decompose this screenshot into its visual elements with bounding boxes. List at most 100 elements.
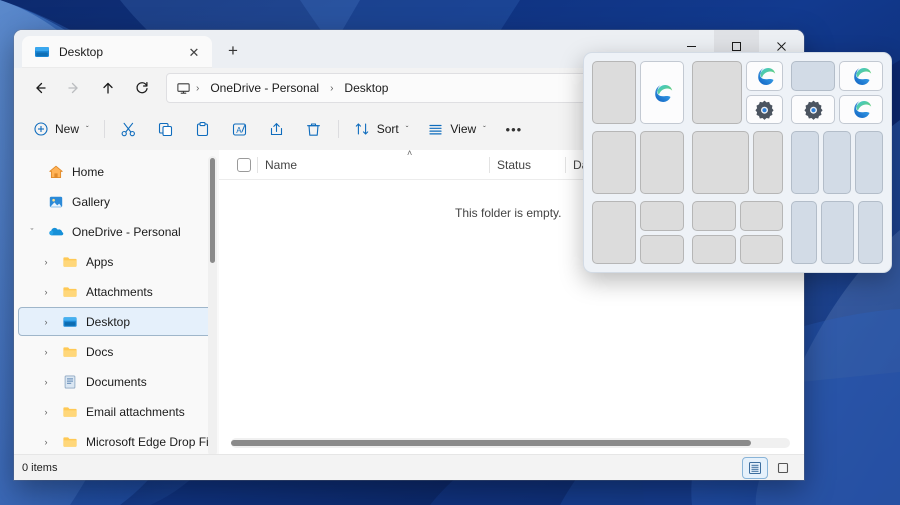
snap-layout-large-left-two-stacked-right[interactable] [692,61,784,124]
breadcrumb-item-onedrive[interactable]: OneDrive - Personal [204,79,325,97]
sidebar-item-desktop[interactable]: ›Desktop [18,307,213,336]
scrollbar-thumb[interactable] [210,158,215,263]
rename-button[interactable]: A [222,114,258,144]
snap-zone[interactable] [791,131,819,194]
sidebar-item-apps[interactable]: ›Apps [18,247,213,276]
snap-column [791,131,819,194]
view-button[interactable]: View ˇ [418,114,494,144]
sort-button[interactable]: Sort ˇ [345,114,418,144]
sidebar-item-docs[interactable]: ›Docs [18,337,213,366]
chevron-down-icon: ˇ [483,125,486,134]
up-button[interactable] [92,73,124,103]
copy-button[interactable] [148,114,184,144]
this-pc-monitor-icon[interactable] [175,80,191,96]
snap-zone[interactable] [692,131,749,194]
snap-zone-edge-icon[interactable] [640,61,684,124]
select-all-checkbox[interactable] [231,150,257,180]
sidebar-item-gallery[interactable]: Gallery [18,187,213,216]
close-icon[interactable]: ✕ [182,40,206,64]
snap-column [592,201,636,264]
tab-desktop[interactable]: Desktop ✕ [22,36,212,68]
chevron-down-icon: ˇ [86,125,89,134]
new-tab-button[interactable]: + [218,36,248,66]
see-more-button[interactable]: ••• [496,114,532,144]
column-header-name[interactable]: Name ˄ [257,150,489,180]
column-header-status[interactable]: Status [489,150,565,180]
snap-layout-two-equal-halves-with-edge[interactable] [592,61,684,124]
chevron-down-icon: ˇ [406,125,409,134]
status-bar: 0 items [14,454,804,480]
delete-button[interactable] [296,114,332,144]
forward-button[interactable] [58,73,90,103]
checkbox-icon[interactable] [237,158,251,172]
snap-zone[interactable] [592,201,636,264]
snap-layout-three-equal-columns[interactable] [791,131,883,194]
snap-zone[interactable] [692,61,742,124]
desktop-folder-icon [34,44,50,60]
snap-zone[interactable] [692,235,736,265]
sidebar-item-label: Attachments [86,285,153,299]
snap-layouts-flyout[interactable] [583,52,892,273]
file-list-horizontal-scrollbar[interactable] [231,438,790,448]
paste-button[interactable] [185,114,221,144]
breadcrumb-item-desktop[interactable]: Desktop [338,79,394,97]
snap-zone[interactable] [821,201,854,264]
sidebar-item-documents[interactable]: › Documents [18,367,213,396]
sidebar-item-email-attachments[interactable]: ›Email attachments [18,397,213,426]
snap-zone[interactable] [823,131,851,194]
chevron-right-icon[interactable]: › [38,317,54,327]
new-button[interactable]: New ˇ [24,114,98,144]
snap-zone[interactable] [740,201,784,231]
snap-zone[interactable] [640,131,684,194]
snap-zone-edge-icon[interactable] [746,61,783,91]
breadcrumb[interactable]: › OneDrive - Personal › Desktop [166,73,636,103]
navigation-pane-scrollbar[interactable] [208,156,217,454]
snap-zone[interactable] [592,61,636,124]
snap-layout-full-left-two-stacked-right[interactable] [592,201,684,264]
sidebar-item-home[interactable]: Home [18,157,213,186]
sidebar-item-label: Documents [86,375,147,389]
scrollbar-thumb[interactable] [231,440,751,446]
snap-zone[interactable] [855,131,883,194]
snap-layout-three-columns-wide-center[interactable] [791,201,883,264]
snap-column [740,201,784,264]
navigation-pane: HomeGalleryˇOneDrive - Personal›Apps›Att… [14,150,219,454]
sidebar-item-attachments[interactable]: › Attachments [18,277,213,306]
chevron-right-icon[interactable]: › [38,257,54,267]
snap-zone[interactable] [791,201,816,264]
chevron-right-icon[interactable]: › [38,287,54,297]
snap-zone[interactable] [791,61,835,91]
snap-zone[interactable] [592,131,636,194]
chevron-right-icon[interactable]: › [38,347,54,357]
sidebar-item-label: Microsoft Edge Drop Files [86,435,213,449]
snap-zone[interactable] [640,201,684,231]
chevron-down-icon[interactable]: ˇ [24,227,40,237]
chevron-right-icon[interactable]: › [38,437,54,447]
chevron-right-icon[interactable]: › [38,377,54,387]
back-button[interactable] [24,73,56,103]
snap-zone-edge-icon[interactable] [839,61,883,91]
home-icon [48,164,64,180]
snap-layout-large-left-narrow-right[interactable] [692,131,784,194]
cut-button[interactable] [111,114,147,144]
sidebar-item-microsoft-edge-drop-files[interactable]: › Microsoft Edge Drop Files [18,427,213,454]
chevron-right-icon[interactable]: › [38,407,54,417]
snap-layout-two-equal-halves[interactable] [592,131,684,194]
share-button[interactable] [259,114,295,144]
snap-layout-four-quadrants[interactable] [692,201,784,264]
snap-column [692,61,742,124]
snap-zone-edge-icon[interactable] [839,95,883,125]
sidebar-item-onedrive-personal[interactable]: ˇOneDrive - Personal [18,217,213,246]
snap-zone[interactable] [740,235,784,265]
rename-icon: A [231,121,248,138]
refresh-button[interactable] [126,73,158,103]
snap-layout-two-stacked-left-two-stacked-right[interactable] [791,61,883,124]
details-view-toggle[interactable] [742,457,768,479]
snap-zone[interactable] [692,201,736,231]
snap-zone[interactable] [753,131,783,194]
snap-zone[interactable] [640,235,684,265]
snap-zone[interactable] [858,201,883,264]
snap-zone-settings-gear-icon[interactable] [746,95,783,125]
item-count-label: 0 items [22,462,57,474]
snap-zone-settings-gear-icon[interactable] [791,95,835,125]
